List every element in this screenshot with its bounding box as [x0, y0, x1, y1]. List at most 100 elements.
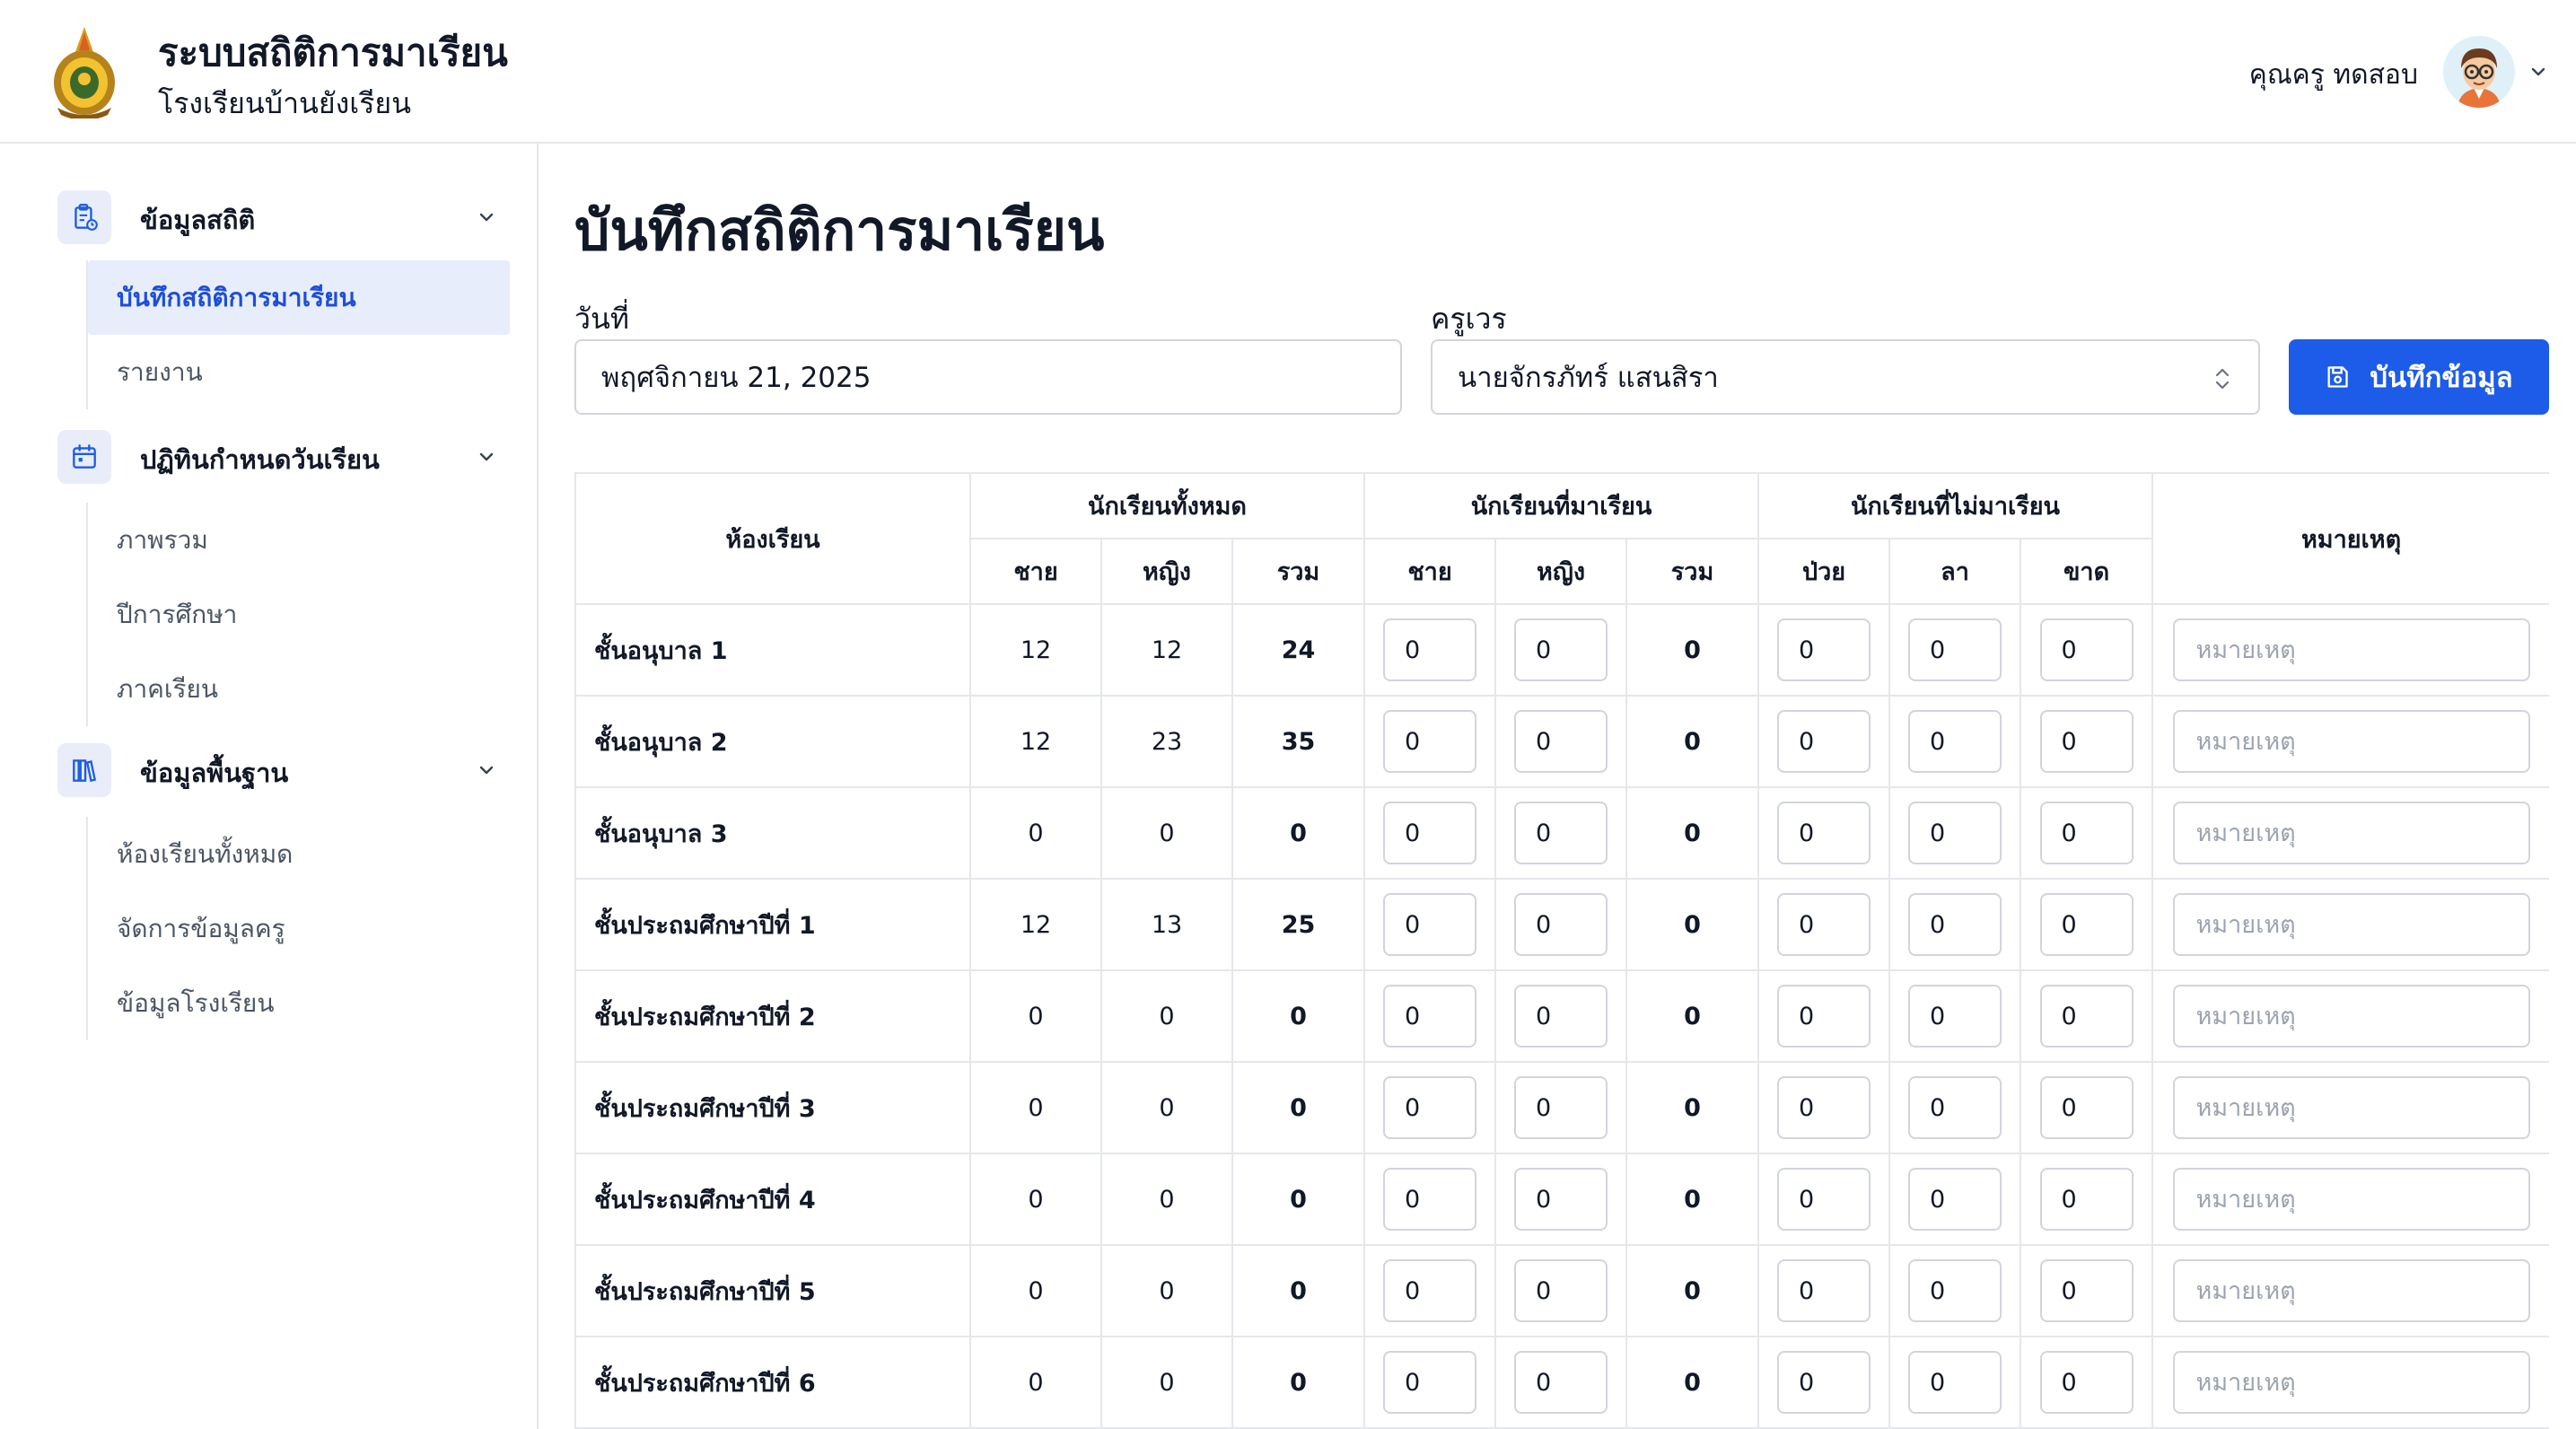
absent-cell [2020, 1153, 2154, 1246]
leave-cell [1888, 878, 2022, 971]
app-header: ระบบสถิติการมาเรียน โรงเรียนบ้านยังเรียน… [0, 0, 2576, 144]
sidebar-group-calendar[interactable]: ปฏิทินกำหนดวันเรียน [57, 428, 515, 486]
avatar[interactable] [2443, 36, 2515, 108]
sick-input[interactable] [1777, 1076, 1871, 1139]
leave-input[interactable] [1908, 1351, 2002, 1414]
present-male-input[interactable] [1383, 1168, 1477, 1231]
sick-input[interactable] [1777, 1351, 1871, 1414]
sick-input[interactable] [1777, 1259, 1871, 1322]
sidebar-group-statistics[interactable]: ข้อมูลสถิติ [57, 188, 515, 246]
present-male-input[interactable] [1383, 1259, 1477, 1322]
present-male-cell [1363, 969, 1497, 1063]
date-input[interactable] [574, 339, 1402, 415]
room-name: ชั้นอนุบาล 2 [574, 695, 971, 788]
present-female-input[interactable] [1514, 985, 1608, 1048]
absent-input[interactable] [2039, 893, 2134, 956]
absent-cell [2020, 695, 2154, 788]
leave-input[interactable] [1908, 893, 2002, 956]
note-input[interactable] [2172, 1076, 2530, 1139]
leave-input[interactable] [1908, 985, 2002, 1048]
present-male-cell [1363, 603, 1497, 697]
total-male: 0 [969, 1244, 1102, 1337]
leave-input[interactable] [1908, 1168, 2002, 1231]
present-female-input[interactable] [1514, 1259, 1608, 1322]
leave-input[interactable] [1908, 618, 2002, 681]
sidebar-item-manage-teachers[interactable]: จัดการข้อมูลครู [88, 891, 510, 966]
present-male-input[interactable] [1383, 985, 1477, 1048]
present-female-input[interactable] [1514, 1351, 1608, 1414]
total-sum: 25 [1231, 878, 1366, 971]
present-female-cell [1494, 695, 1628, 788]
table-row: ชั้นประถมศึกษาปีที่ 40000 [574, 1153, 2549, 1246]
chevron-down-icon[interactable] [2528, 61, 2549, 83]
absent-input[interactable] [2039, 618, 2134, 681]
user-name[interactable]: คุณครู ทดสอบ [2249, 54, 2418, 96]
present-female-input[interactable] [1514, 618, 1608, 681]
sick-input[interactable] [1777, 710, 1871, 773]
note-cell [2151, 603, 2549, 697]
leave-input[interactable] [1908, 802, 2002, 864]
header-present-female: หญิง [1494, 538, 1628, 605]
note-input[interactable] [2172, 893, 2530, 956]
absent-input[interactable] [2039, 1168, 2134, 1231]
note-input[interactable] [2172, 1259, 2530, 1322]
leave-input[interactable] [1908, 710, 2002, 773]
present-male-input[interactable] [1383, 893, 1477, 956]
note-input[interactable] [2172, 985, 2530, 1048]
absent-input[interactable] [2039, 802, 2134, 864]
note-input[interactable] [2172, 1351, 2530, 1414]
sidebar-item-overview[interactable]: ภาพรวม [88, 503, 510, 577]
school-name: โรงเรียนบ้านยังเรียน [158, 86, 412, 120]
present-male-cell [1363, 1153, 1497, 1246]
present-male-input[interactable] [1383, 618, 1477, 681]
absent-input[interactable] [2039, 1259, 2134, 1322]
present-female-input[interactable] [1514, 893, 1608, 956]
total-sum: 0 [1231, 1336, 1366, 1429]
header-present-male: ชาย [1363, 538, 1497, 605]
present-male-input[interactable] [1383, 1351, 1477, 1414]
absent-input[interactable] [2039, 1351, 2134, 1414]
present-male-cell [1363, 1336, 1497, 1429]
total-female: 13 [1100, 878, 1233, 971]
note-input[interactable] [2172, 1168, 2530, 1231]
note-input[interactable] [2172, 802, 2530, 864]
teacher-select[interactable]: นายจักรภัทร์ แสนสิรา [1431, 339, 2260, 415]
present-male-input[interactable] [1383, 710, 1477, 773]
leave-cell [1888, 1153, 2022, 1246]
sick-input[interactable] [1777, 802, 1871, 864]
present-female-input[interactable] [1514, 1076, 1608, 1139]
sick-input[interactable] [1777, 1168, 1871, 1231]
sidebar-group-basic-data[interactable]: ข้อมูลพื้นฐาน [57, 741, 515, 799]
table-row: ชั้นประถมศึกษาปีที่ 20000 [574, 969, 2549, 1063]
note-input[interactable] [2172, 618, 2530, 681]
present-male-input[interactable] [1383, 802, 1477, 864]
present-sum: 0 [1625, 786, 1760, 880]
present-male-cell [1363, 786, 1497, 880]
sick-input[interactable] [1777, 618, 1871, 681]
leave-input[interactable] [1908, 1076, 2002, 1139]
header-room: ห้องเรียน [574, 472, 971, 605]
save-button[interactable]: บันทึกข้อมูล [2289, 339, 2549, 415]
sick-input[interactable] [1777, 893, 1871, 956]
sidebar-item-report[interactable]: รายงาน [88, 335, 510, 409]
absent-input[interactable] [2039, 1076, 2134, 1139]
header-total-female: หญิง [1100, 538, 1233, 605]
sidebar-item-semester[interactable]: ภาคเรียน [88, 652, 510, 726]
sidebar-item-all-classrooms[interactable]: ห้องเรียนทั้งหมด [88, 817, 510, 891]
present-male-cell [1363, 1244, 1497, 1337]
absent-input[interactable] [2039, 710, 2134, 773]
present-female-input[interactable] [1514, 802, 1608, 864]
sick-input[interactable] [1777, 985, 1871, 1048]
sidebar-sublist-calendar: ภาพรวม ปีการศึกษา ภาคเรียน [86, 503, 510, 726]
sidebar-item-school-info[interactable]: ข้อมูลโรงเรียน [88, 966, 510, 1040]
present-female-input[interactable] [1514, 710, 1608, 773]
present-female-input[interactable] [1514, 1168, 1608, 1231]
absent-input[interactable] [2039, 985, 2134, 1048]
leave-input[interactable] [1908, 1259, 2002, 1322]
sidebar-item-record-attendance[interactable]: บันทึกสถิติการมาเรียน [88, 260, 510, 335]
note-input[interactable] [2172, 710, 2530, 773]
sidebar-sublist-statistics: บันทึกสถิติการมาเรียน รายงาน [86, 260, 510, 409]
room-name: ชั้นอนุบาล 1 [574, 603, 971, 697]
sidebar-item-academic-year[interactable]: ปีการศึกษา [88, 577, 510, 652]
present-male-input[interactable] [1383, 1076, 1477, 1139]
